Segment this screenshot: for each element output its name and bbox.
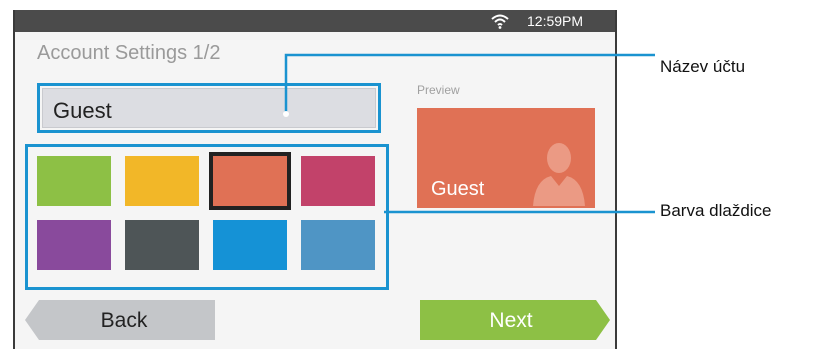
callout-lines [283, 53, 655, 214]
callout-line-account-name [284, 53, 655, 114]
callout-tile-color: Barva dlaždice [660, 201, 772, 220]
callout-dot-account-name [283, 111, 289, 117]
callout-account-name: Název účtu [660, 57, 746, 76]
